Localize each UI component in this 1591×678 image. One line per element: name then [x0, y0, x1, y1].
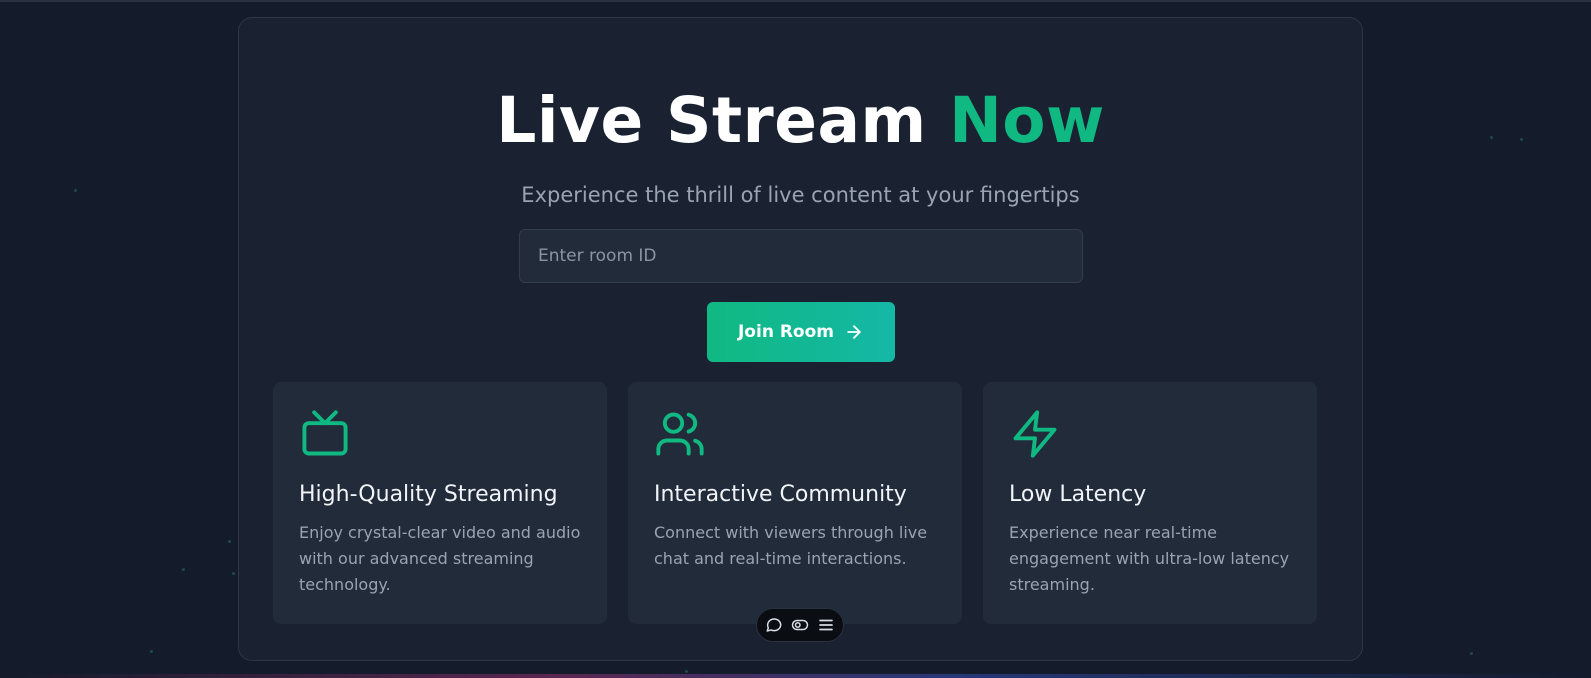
menu-icon[interactable] — [817, 616, 835, 634]
hero-card: Live Stream Now Experience the thrill of… — [238, 17, 1363, 661]
chat-bubble-icon[interactable] — [765, 616, 783, 634]
feature-title: Low Latency — [1009, 482, 1147, 507]
background-particle — [150, 650, 153, 653]
top-border — [0, 0, 1591, 2]
feature-title: Interactive Community — [654, 482, 907, 507]
bottom-glow — [0, 674, 1591, 678]
background-particle — [1470, 652, 1473, 655]
arrow-right-icon — [847, 325, 861, 339]
users-icon — [654, 408, 706, 460]
background-particle — [182, 568, 185, 571]
feature-card-streaming: High-Quality Streaming Enjoy crystal-cle… — [273, 382, 607, 624]
join-room-label: Join Room — [737, 322, 834, 342]
title-accent: Now — [949, 84, 1105, 157]
subtitle: Experience the thrill of live content at… — [521, 183, 1080, 207]
feature-card-latency: Low Latency Experience near real-time en… — [983, 382, 1317, 624]
room-id-input[interactable] — [519, 229, 1083, 283]
feature-description: Enjoy crystal-clear video and audio with… — [299, 523, 581, 594]
background-particle — [74, 189, 77, 192]
lightning-icon — [1009, 408, 1061, 460]
feature-title: High-Quality Streaming — [299, 482, 558, 507]
tv-icon — [299, 408, 351, 460]
feature-description: Experience near real-time engagement wit… — [1009, 523, 1290, 594]
background-particle — [685, 670, 688, 673]
background-particle — [232, 572, 235, 575]
title-main: Live Stream — [496, 84, 950, 157]
join-room-button[interactable]: Join Room — [707, 302, 895, 362]
background-particle — [228, 540, 231, 543]
feature-description: Connect with viewers through live chat a… — [654, 523, 928, 568]
floating-toolbar — [756, 608, 844, 642]
background-particle — [1490, 136, 1493, 139]
page-title: Live Stream Now — [239, 84, 1362, 157]
feature-card-community: Interactive Community Connect with viewe… — [628, 382, 962, 624]
background-particle — [1520, 138, 1523, 141]
eye-icon[interactable] — [791, 616, 809, 634]
